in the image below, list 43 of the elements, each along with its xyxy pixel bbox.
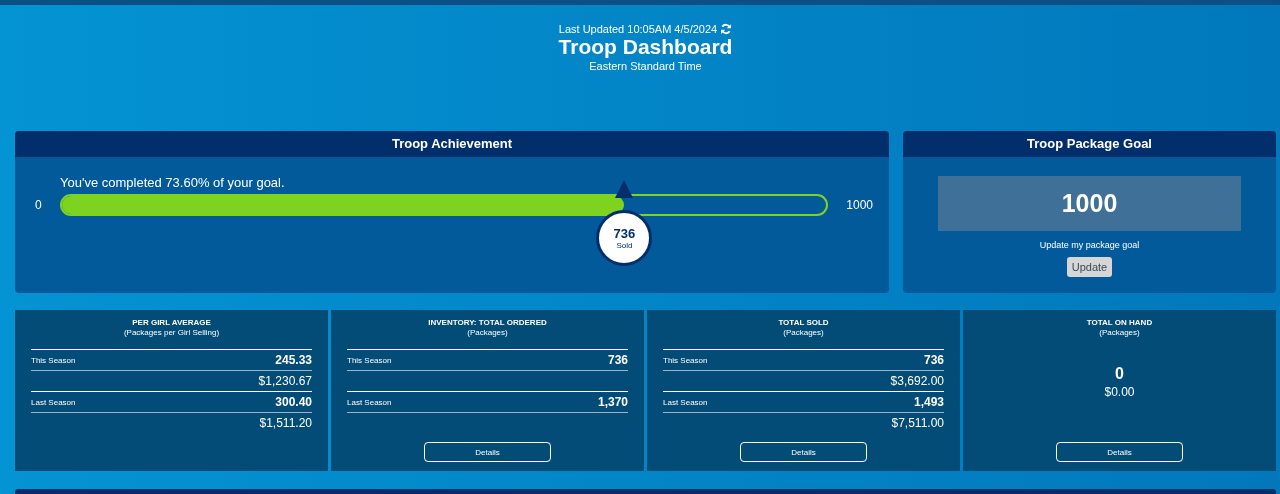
card-subtitle: (Packages per Girl Selling) — [122, 328, 221, 337]
season-label: This Season — [347, 355, 392, 365]
money-value: $0.00 — [1104, 385, 1135, 399]
min-label: 0 — [35, 198, 42, 212]
goal-value-field: 1000 — [938, 176, 1241, 231]
season-value: 736 — [923, 353, 944, 367]
timezone-label: Eastern Standard Time — [589, 60, 702, 72]
card-title: TOTAL ON HAND — [1085, 318, 1154, 327]
season-value: 1,370 — [597, 395, 628, 409]
card-subtitle: (Packages) — [1098, 328, 1141, 337]
panel-header: Troop Package Goal — [903, 131, 1276, 157]
season-label: Last Season — [663, 397, 708, 407]
total-value: 0 — [1115, 365, 1124, 383]
max-label: 1000 — [846, 198, 873, 212]
dashboard-title: Troop Dashboard — [558, 35, 733, 59]
update-button[interactable]: Update — [1066, 257, 1113, 277]
season-value: 245.33 — [275, 353, 312, 367]
season-value: 736 — [607, 353, 628, 367]
card-title: INVENTORY: TOTAL ORDERED — [427, 318, 548, 327]
season-label: This Season — [663, 355, 708, 365]
season-value: 1,493 — [913, 395, 944, 409]
details-button[interactable]: Details — [424, 442, 551, 462]
card-title: TOTAL SOLD — [777, 318, 830, 327]
card-subtitle: (Packages) — [782, 328, 825, 337]
sold-value: 736 — [613, 226, 636, 241]
season-value: 300.40 — [275, 395, 312, 409]
details-button[interactable]: Details — [1056, 442, 1183, 462]
money-value: $7,511.00 — [891, 416, 944, 430]
refresh-icon[interactable] — [720, 23, 733, 35]
season-label: This Season — [31, 355, 76, 365]
card-title: PER GIRL AVERAGE — [131, 318, 212, 327]
money-value: $1,230.67 — [258, 374, 312, 388]
progress-message: You've completed 73.60% of your goal. — [60, 175, 285, 190]
money-value: $1,511.20 — [259, 416, 312, 430]
panel-header: Troop Achievement — [15, 131, 889, 157]
sold-label: Sold — [616, 241, 633, 250]
season-label: Last Season — [31, 397, 76, 407]
season-label: Last Season — [347, 397, 392, 407]
details-button[interactable]: Details — [740, 442, 867, 462]
money-value: $3,692.00 — [890, 374, 944, 388]
last-updated: Last Updated 10:05AM 4/5/2024 — [558, 23, 718, 35]
goal-hint: Update my package goal — [1039, 240, 1140, 250]
card-subtitle: (Packages) — [466, 328, 509, 337]
